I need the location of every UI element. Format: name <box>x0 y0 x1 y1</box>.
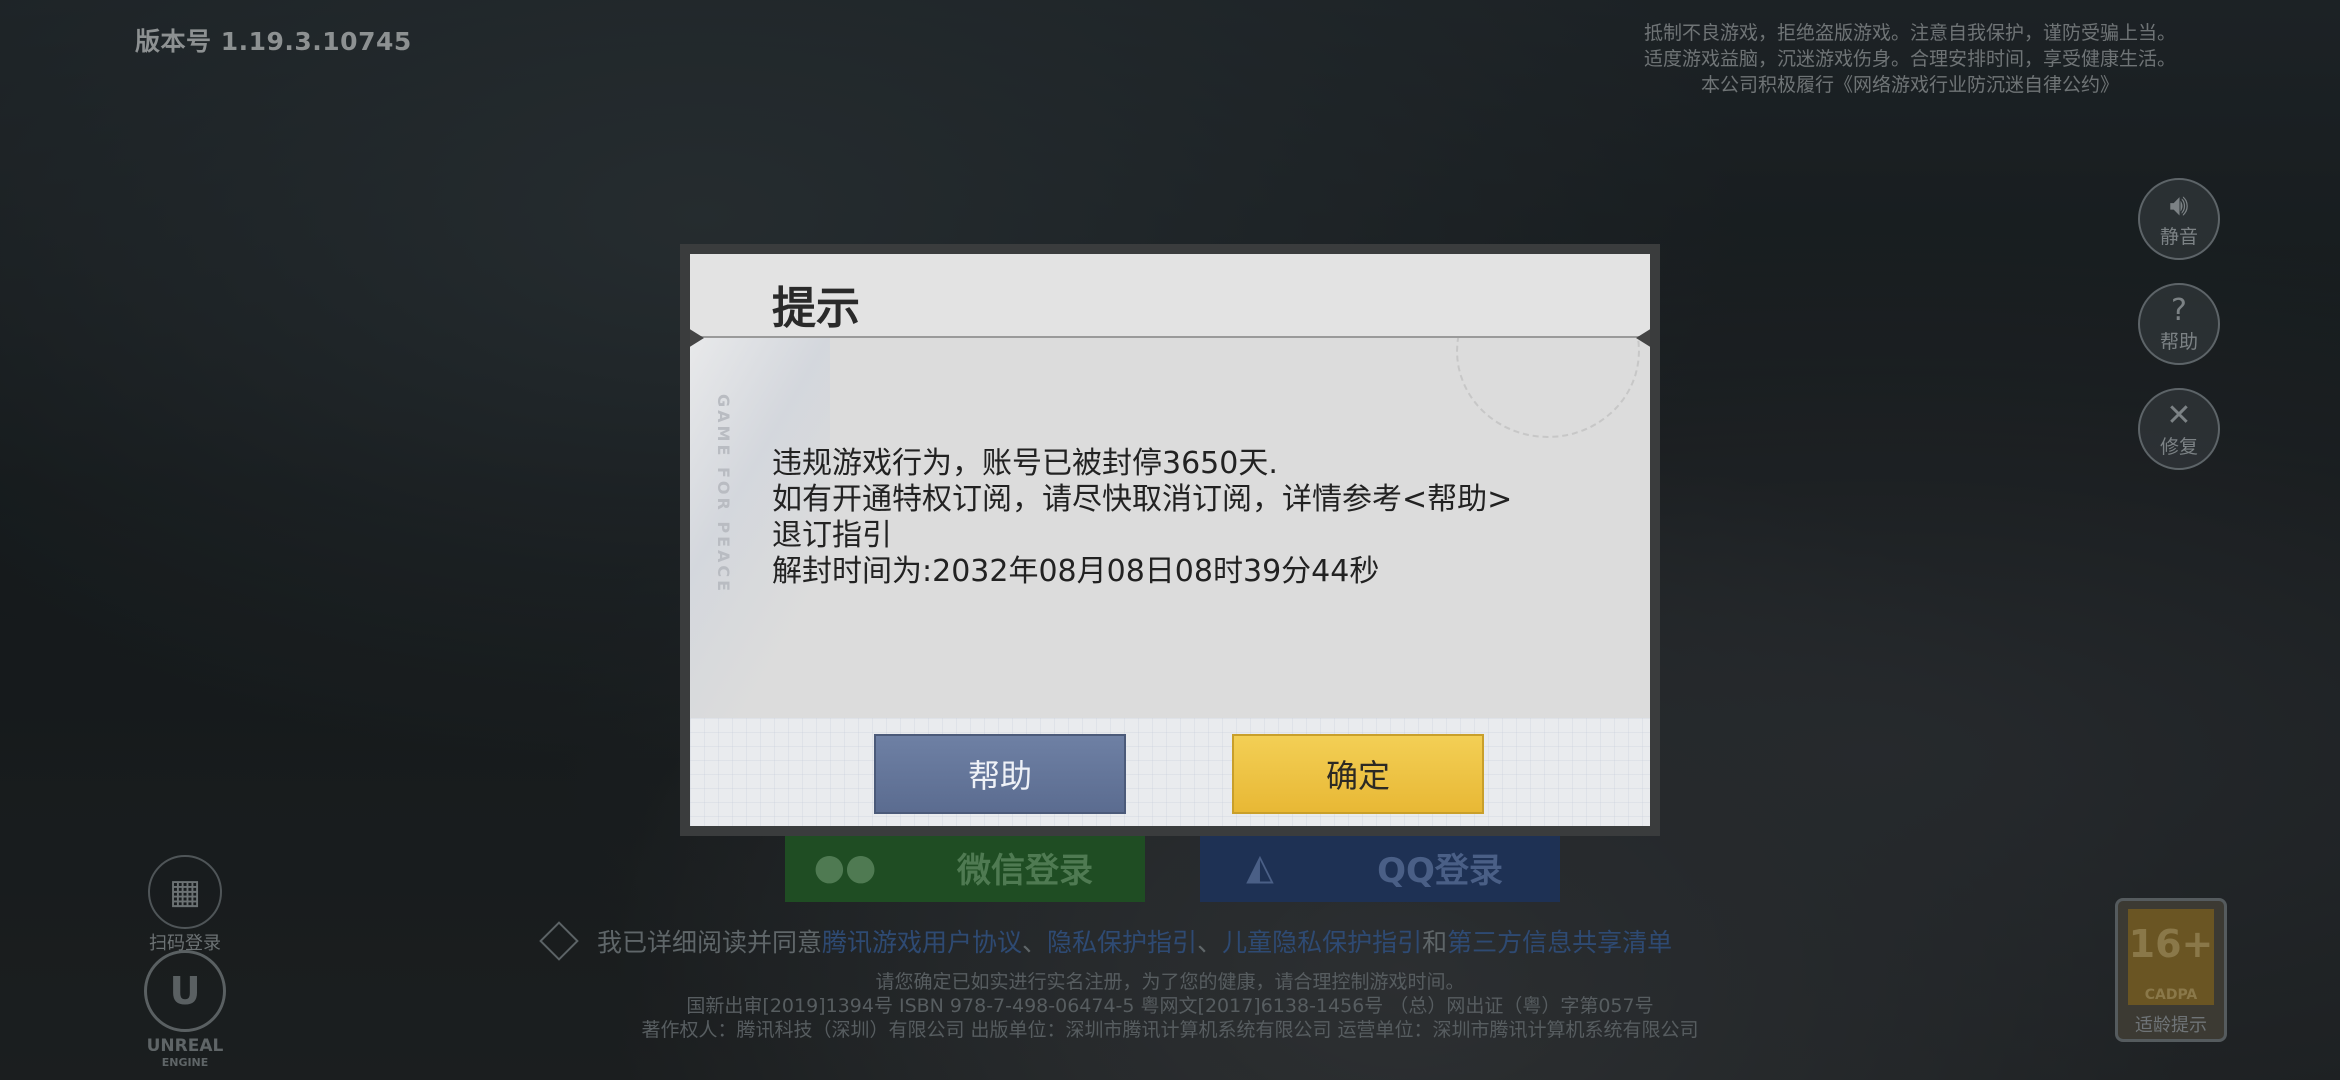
ban-notice-dialog: GAME FOR PEACE 提示 违规游戏行为，账号已被封停3650天. 如有… <box>680 244 1660 836</box>
footer-line: 著作权人：腾讯科技（深圳）有限公司 出版单位：深圳市腾讯计算机系统有限公司 运营… <box>641 1019 1699 1041</box>
header-arrow-right-icon <box>1636 328 1650 348</box>
qq-login-label: QQ登录 <box>1377 850 1503 891</box>
dialog-message: 违规游戏行为，账号已被封停3650天. 如有开通特权订阅，请尽快取消订阅，详情参… <box>772 446 1592 590</box>
help-button[interactable]: 帮助 <box>874 734 1126 814</box>
wrench-icon: ✕ <box>2166 397 2192 433</box>
agreement-separator: 、 <box>1022 928 1048 957</box>
help-side-button[interactable]: ? 帮助 <box>2138 283 2220 365</box>
dialog-title: 提示 <box>772 283 860 334</box>
age-rating-icon: 16+ CADPA <box>2128 909 2214 1005</box>
user-agreement-link[interactable]: 腾讯游戏用户协议 <box>822 923 1022 959</box>
agreement-separator: 、 <box>1197 928 1223 957</box>
confirm-button[interactable]: 确定 <box>1232 734 1484 814</box>
agreement-checkbox[interactable] <box>539 921 579 961</box>
speaker-icon: 🔊︎ <box>2169 187 2189 223</box>
mute-label: 静音 <box>2159 225 2198 248</box>
message-line: 违规游戏行为，账号已被封停3650天. <box>772 446 1278 481</box>
age-rating-badge[interactable]: 16+ CADPA 适龄提示 <box>2115 898 2227 1042</box>
dialog-deco-text: GAME FOR PEACE <box>714 394 733 595</box>
qr-login-button[interactable]: ▦ 扫码登录 <box>140 855 230 955</box>
child-privacy-link[interactable]: 儿童隐私保护指引 <box>1222 923 1422 959</box>
health-notice-line: 抵制不良游戏，拒绝盗版游戏。注意自我保护，谨防受骗上当。 <box>1643 22 2176 44</box>
header-arrow-left-icon <box>690 328 704 348</box>
message-line: 如有开通特权订阅，请尽快取消订阅，详情参考<帮助> <box>772 482 1513 517</box>
qq-penguin-icon: ◭ <box>1246 846 1274 888</box>
privacy-guide-link[interactable]: 隐私保护指引 <box>1047 923 1197 959</box>
wechat-icon: ●● <box>813 846 877 888</box>
dialog-panel: GAME FOR PEACE 提示 违规游戏行为，账号已被封停3650天. 如有… <box>690 254 1650 826</box>
agreement-and: 和 <box>1422 928 1448 957</box>
third-party-list-link[interactable]: 第三方信息共享清单 <box>1447 923 1672 959</box>
agreement-row: 我已详细阅读并同意 腾讯游戏用户协议 、 隐私保护指引 、 儿童隐私保护指引 和… <box>539 921 1672 961</box>
dialog-footer: 帮助 确定 <box>690 718 1650 826</box>
repair-button[interactable]: ✕ 修复 <box>2138 388 2220 470</box>
help-side-label: 帮助 <box>2159 330 2198 353</box>
health-notice-line: 适度游戏益脑，沉迷游戏伤身。合理安排时间，享受健康生活。 <box>1643 48 2176 70</box>
age-rating-label: 适龄提示 <box>2135 1015 2207 1036</box>
qr-code-icon: ▦ <box>148 855 222 929</box>
footer-line: 国新出审[2019]1394号 ISBN 978-7-498-06474-5 粤… <box>686 995 1654 1017</box>
age-rating-value: 16+ <box>2128 922 2214 966</box>
message-line: 解封时间为:2032年08月08日08时39分44秒 <box>772 554 1380 589</box>
agreement-prefix: 我已详细阅读并同意 <box>597 928 823 957</box>
wechat-login-label: 微信登录 <box>957 850 1093 891</box>
mute-button[interactable]: 🔊︎ 静音 <box>2138 178 2220 260</box>
repair-label: 修复 <box>2159 435 2198 458</box>
health-notice: 抵制不良游戏，拒绝盗版游戏。注意自我保护，谨防受骗上当。 适度游戏益脑，沉迷游戏… <box>1600 20 2220 98</box>
dialog-header: 提示 <box>690 254 1650 338</box>
qq-login-button[interactable]: ◭ QQ登录 <box>1200 832 1560 902</box>
message-line: 退订指引 <box>772 518 892 553</box>
footer-line: 请您确定已如实进行实名注册，为了您的健康，请合理控制游戏时间。 <box>875 971 1465 993</box>
wechat-login-button[interactable]: ●● 微信登录 <box>785 832 1145 902</box>
age-rating-org: CADPA <box>2144 987 2198 1003</box>
health-notice-line: 本公司积极履行《网络游戏行业防沉迷自律公约》 <box>1700 74 2119 96</box>
question-icon: ? <box>2171 292 2187 328</box>
version-label: 版本号 1.19.3.10745 <box>135 27 412 56</box>
unreal-logo-subtext: ENGINE <box>161 1056 209 1069</box>
